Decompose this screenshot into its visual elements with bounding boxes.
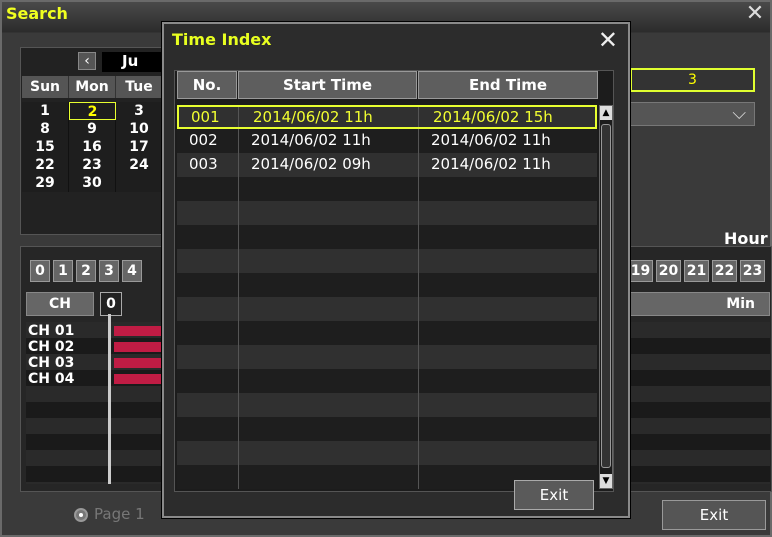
- cell-start: 2014/06/02 11h: [251, 131, 371, 149]
- scroll-down-icon[interactable]: ▼: [600, 474, 612, 488]
- calendar-day[interactable]: 24: [116, 156, 163, 174]
- radio-icon: [74, 507, 88, 522]
- record-bars: [114, 326, 164, 390]
- search-dropdown[interactable]: ⌵: [630, 102, 755, 126]
- calendar-day[interactable]: 16: [69, 138, 116, 156]
- cell-end: 2014/06/02 11h: [431, 131, 551, 149]
- exit-button[interactable]: Exit: [662, 500, 766, 530]
- record-bar[interactable]: [114, 374, 164, 384]
- min-label: Min: [726, 296, 755, 312]
- calendar-day-empty: [116, 174, 163, 192]
- ch-header: CH: [26, 292, 94, 316]
- record-bar[interactable]: [114, 342, 164, 352]
- cell-no: 001: [191, 108, 220, 126]
- dialog-title: Time Index: [172, 30, 272, 49]
- channel-label: CH 02: [28, 339, 75, 355]
- hour-button[interactable]: 19: [628, 260, 653, 282]
- hour-buttons-left: 0 1 2 3 4: [30, 260, 142, 282]
- table-row[interactable]: 003 2014/06/02 09h 2014/06/02 11h: [177, 153, 597, 177]
- min-bar: Min: [622, 292, 770, 316]
- table-row-selected[interactable]: 001 2014/06/02 11h 2014/06/02 15h: [177, 105, 597, 129]
- time-index-table: No. Start Time End Time 001 2014/06/02 1…: [174, 70, 614, 492]
- hour-button[interactable]: 4: [122, 260, 142, 282]
- cell-no: 002: [189, 131, 218, 149]
- calendar-day-selected[interactable]: 2: [69, 102, 116, 120]
- minute-marker: 0: [100, 292, 122, 316]
- calendar-weekdays: Sun Mon Tue: [22, 76, 163, 98]
- weekday-sun: Sun: [22, 76, 69, 98]
- hour-button[interactable]: 2: [76, 260, 96, 282]
- calendar-day[interactable]: 8: [22, 120, 69, 138]
- channel-label: CH 04: [28, 371, 75, 387]
- timeline-cursor[interactable]: [108, 314, 111, 484]
- table-row[interactable]: 002 2014/06/02 11h 2014/06/02 11h: [177, 129, 597, 153]
- search-title: Search: [6, 4, 68, 23]
- hour-button[interactable]: 1: [53, 260, 73, 282]
- calendar-day[interactable]: 22: [22, 156, 69, 174]
- header-end-time: End Time: [418, 71, 598, 99]
- channel-label: CH 01: [28, 323, 75, 339]
- record-bar[interactable]: [114, 326, 164, 336]
- hour-button[interactable]: 3: [99, 260, 119, 282]
- calendar-day[interactable]: 23: [69, 156, 116, 174]
- calendar-day[interactable]: 1: [22, 102, 69, 120]
- header-no: No.: [177, 71, 237, 99]
- calendar-day[interactable]: 9: [69, 120, 116, 138]
- time-index-dialog: Time Index ✕ No. Start Time End Time 001…: [162, 22, 630, 518]
- scrollbar[interactable]: ▲ ▼: [599, 105, 613, 489]
- weekday-tue: Tue: [116, 76, 163, 98]
- calendar-day[interactable]: 3: [116, 102, 163, 120]
- page-radio[interactable]: Page 1: [74, 505, 145, 523]
- hour-button[interactable]: 20: [656, 260, 681, 282]
- cell-end: 2014/06/02 15h: [433, 108, 553, 126]
- chevron-down-icon: ⌵: [732, 103, 746, 124]
- channel-field[interactable]: 3: [630, 68, 755, 92]
- record-bar[interactable]: [114, 358, 164, 368]
- channel-label: CH 03: [28, 355, 75, 371]
- calendar-grid: 1 2 3 8 9 10 15 16 17 22 23 24 29 30: [22, 102, 163, 192]
- dialog-exit-button[interactable]: Exit: [514, 480, 594, 510]
- channel-list: CH 01 CH 02 CH 03 CH 04: [28, 323, 74, 387]
- close-icon[interactable]: ✕: [598, 26, 618, 54]
- hour-button[interactable]: 21: [684, 260, 709, 282]
- cell-start: 2014/06/02 09h: [251, 155, 371, 173]
- cell-end: 2014/06/02 11h: [431, 155, 551, 173]
- calendar-day[interactable]: 29: [22, 174, 69, 192]
- page-label: Page 1: [94, 505, 145, 523]
- cell-no: 003: [189, 155, 218, 173]
- search-close-icon[interactable]: ✕: [744, 2, 766, 26]
- scrollbar-thumb[interactable]: [601, 124, 611, 468]
- chevron-left-icon[interactable]: ‹: [78, 52, 96, 70]
- calendar-day[interactable]: 10: [116, 120, 163, 138]
- hour-button[interactable]: 23: [740, 260, 765, 282]
- calendar-day[interactable]: 17: [116, 138, 163, 156]
- hour-button[interactable]: 22: [712, 260, 737, 282]
- hour-buttons-right: 19 20 21 22 23: [628, 260, 765, 282]
- cell-start: 2014/06/02 11h: [253, 108, 373, 126]
- calendar-day[interactable]: 15: [22, 138, 69, 156]
- hour-button[interactable]: 0: [30, 260, 50, 282]
- weekday-mon: Mon: [69, 76, 116, 98]
- header-start-time: Start Time: [238, 71, 417, 99]
- calendar-day[interactable]: 30: [69, 174, 116, 192]
- scroll-up-icon[interactable]: ▲: [600, 106, 612, 120]
